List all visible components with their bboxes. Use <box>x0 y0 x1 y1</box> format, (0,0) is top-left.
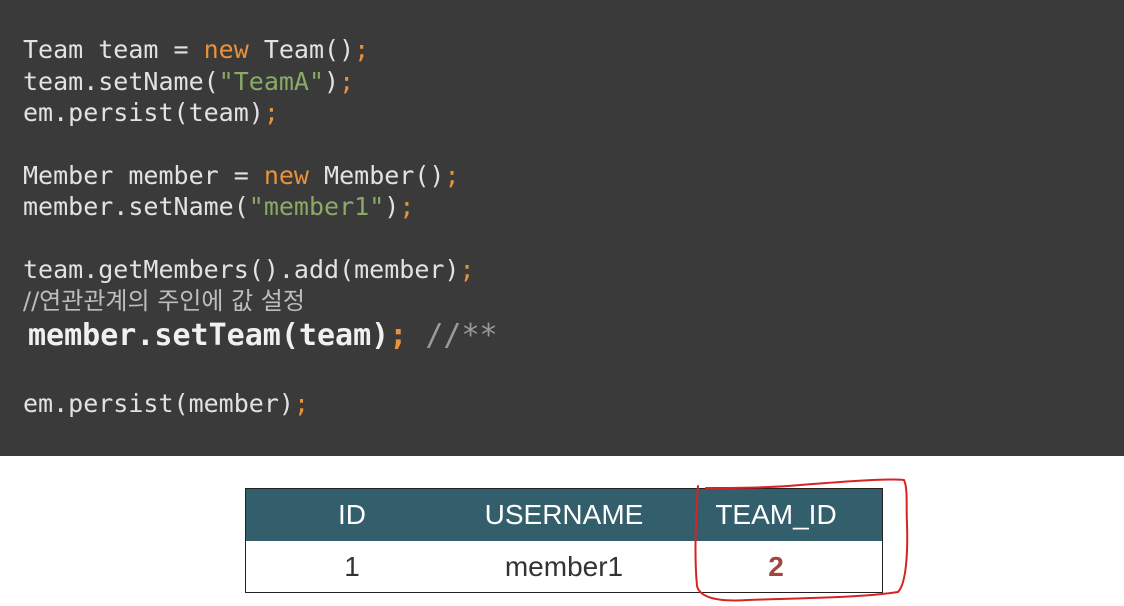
code-comment: //연관관계의 주인에 값 설정 <box>23 287 305 315</box>
code-line-highlighted: member.setTeam(team); //** <box>28 318 498 353</box>
cell-username: member1 <box>504 550 624 582</box>
cell-id: 1 <box>344 550 360 582</box>
header-id: ID <box>338 499 366 530</box>
code-line-3: em.persist(team); <box>23 98 279 127</box>
code-line-4: Member member = new Member(); <box>23 161 460 190</box>
string-literal: "member1" <box>248 192 385 221</box>
hand-drawn-highlight-circle <box>694 478 909 602</box>
code-line-1: Team team = new Team(); <box>23 35 370 64</box>
code-line-2: team.setName("TeamA"); <box>23 67 355 96</box>
keyword: new <box>263 161 309 190</box>
keyword: new <box>203 35 249 64</box>
code-line-9: em.persist(member); <box>23 389 309 418</box>
code-line-6: team.getMembers().add(member); <box>23 255 475 284</box>
code-panel: Team team = new Team(); team.setName("Te… <box>0 0 1124 456</box>
string-literal: "TeamA" <box>218 67 325 96</box>
header-username: USERNAME <box>484 499 644 530</box>
code-line-5: member.setName("member1"); <box>23 192 415 221</box>
